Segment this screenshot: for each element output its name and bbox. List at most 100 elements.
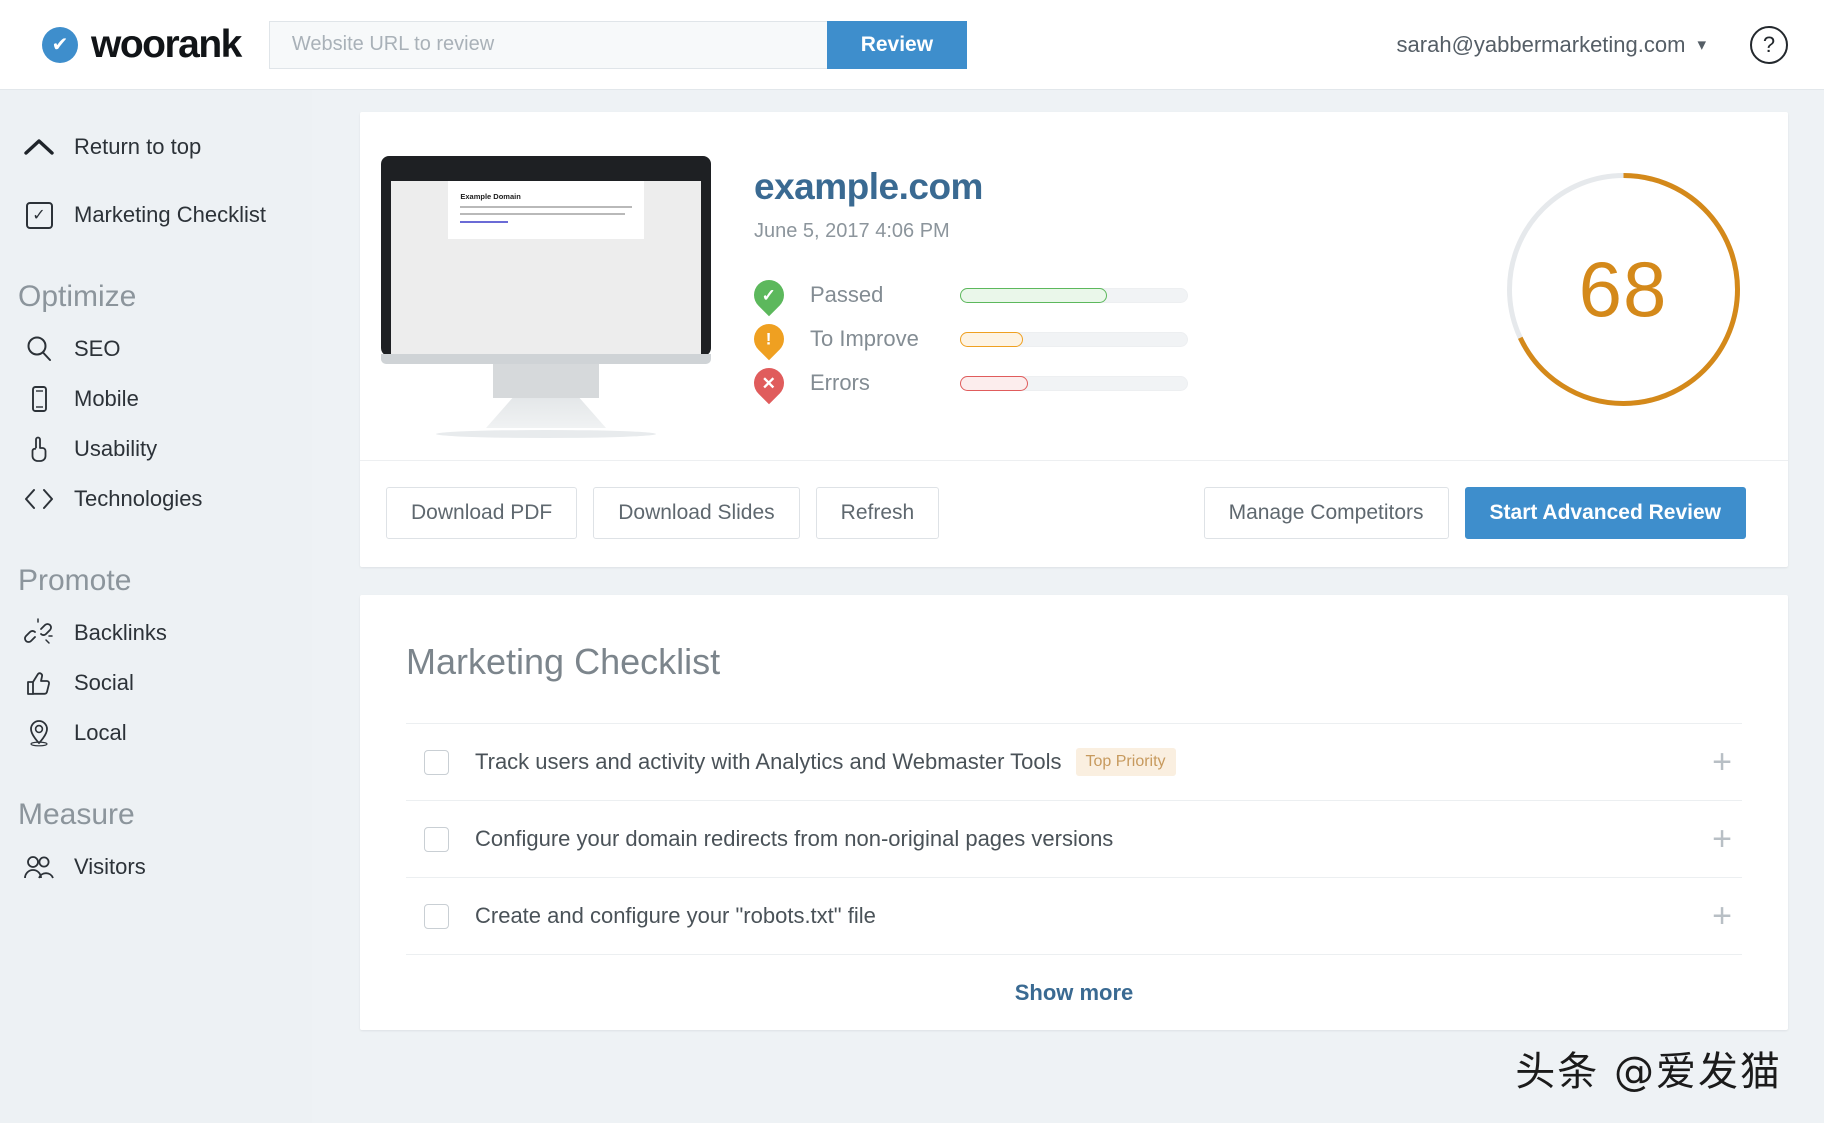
monitor-screen: Example Domain [381, 156, 711, 357]
sidebar-item-label: Technologies [74, 486, 203, 511]
stat-bar-track [960, 331, 1188, 347]
list-item[interactable]: Track users and activity with Analytics … [406, 723, 1742, 800]
account-menu[interactable]: sarah@yabbermarketing.com ▾ [1397, 32, 1706, 58]
plus-icon[interactable]: + [1712, 745, 1732, 779]
top-bar-right: sarah@yabbermarketing.com ▾ ? [1397, 25, 1788, 64]
show-more-button[interactable]: Show more [1015, 980, 1134, 1006]
refresh-button[interactable]: Refresh [815, 487, 940, 539]
brand-logo[interactable]: ✔ woorank [42, 22, 242, 67]
brand-name: woorank [91, 22, 242, 66]
monitor-viewport: Example Domain [391, 181, 701, 357]
checkbox-check-icon: ✓ [18, 201, 60, 229]
stat-row-errors: ✕ Errors [747, 361, 1458, 405]
stat-label: To Improve [810, 326, 919, 351]
sidebar-group-title-optimize: Optimize [18, 280, 137, 313]
sidebar-item-seo[interactable]: SEO [0, 324, 312, 374]
sidebar-item-label: Backlinks [74, 620, 167, 645]
list-item[interactable]: Configure your domain redirects from non… [406, 800, 1742, 877]
checklist-item-label: Configure your domain redirects from non… [475, 826, 1114, 851]
overview-actions: Download PDF Download Slides Refresh Man… [360, 460, 1788, 567]
code-brackets-icon [18, 488, 60, 510]
thumbs-up-icon [18, 668, 60, 698]
checklist-footer: Show more [406, 954, 1742, 1030]
chevron-up-icon [18, 138, 60, 156]
sidebar-item-visitors[interactable]: Visitors [0, 842, 312, 892]
check-badge-icon: ✔ [42, 26, 78, 63]
monitor-foot [486, 398, 606, 428]
sidebar: Return to top ✓ Marketing Checklist Opti… [0, 90, 312, 1123]
site-thumbnail[interactable]: Example Domain [360, 140, 732, 438]
overview-card: Example Domain example.com June 5, 2017 … [360, 112, 1788, 567]
marketing-checklist-card: Marketing Checklist Track users and acti… [360, 595, 1788, 1030]
manage-competitors-button[interactable]: Manage Competitors [1203, 487, 1449, 539]
stat-row-passed: ✓ Passed [747, 273, 1458, 317]
sidebar-item-local[interactable]: Local [0, 708, 312, 758]
sidebar-group-title-promote: Promote [18, 564, 132, 597]
stat-bar-fill [960, 375, 1028, 391]
sidebar-item-backlinks[interactable]: Backlinks [0, 608, 312, 658]
overview-card-body: Example Domain example.com June 5, 2017 … [360, 112, 1788, 460]
map-pin-icon [18, 718, 60, 748]
pointing-hand-icon [18, 434, 60, 464]
start-advanced-review-button[interactable]: Start Advanced Review [1464, 487, 1746, 539]
scan-timestamp: June 5, 2017 4:06 PM [754, 220, 950, 242]
sidebar-item-label: Usability [74, 436, 158, 461]
sidebar-item-label: Marketing Checklist [74, 202, 266, 227]
account-email: sarah@yabbermarketing.com [1396, 31, 1686, 57]
search-input[interactable] [268, 20, 827, 69]
stat-label: Passed [810, 282, 884, 307]
sidebar-item-label: Social [74, 670, 134, 695]
sidebar-item-label: Mobile [74, 386, 139, 411]
checklist-checkbox[interactable] [424, 826, 449, 852]
checklist-checkbox[interactable] [424, 903, 449, 929]
checklist-checkbox[interactable] [424, 749, 449, 775]
exclamation-circle-icon: ! [747, 317, 791, 361]
thumbnail-link [460, 221, 509, 223]
thumbnail-text-line [460, 213, 625, 215]
chevron-down-icon: ▾ [1697, 34, 1706, 54]
monitor-base [381, 354, 711, 364]
main-content: Example Domain example.com June 5, 2017 … [312, 90, 1824, 1123]
stat-bar-track [960, 287, 1188, 303]
stat-row-to-improve: ! To Improve [747, 317, 1458, 361]
list-item[interactable]: Create and configure your "robots.txt" f… [406, 877, 1742, 954]
magnifier-icon [18, 334, 60, 364]
download-slides-button[interactable]: Download Slides [593, 487, 800, 539]
check-circle-icon: ✓ [747, 273, 791, 317]
stats-list: ✓ Passed ! To Improve ✕ Errors [747, 273, 1458, 405]
plus-icon[interactable]: + [1712, 822, 1732, 856]
phone-icon [18, 384, 60, 414]
sidebar-item-mobile[interactable]: Mobile [0, 374, 312, 424]
thumbnail-text-line [460, 206, 632, 208]
stat-bar-fill [960, 287, 1107, 303]
sidebar-item-label: Visitors [74, 854, 146, 879]
checklist-rows: Track users and activity with Analytics … [406, 723, 1742, 954]
broken-link-icon [18, 618, 60, 648]
users-icon [18, 854, 60, 880]
thumbnail-page-title: Example Domain [460, 192, 521, 201]
section-title: Marketing Checklist [406, 641, 721, 682]
sidebar-item-usability[interactable]: Usability [0, 424, 312, 474]
url-review-form: Review [268, 20, 967, 69]
page-title[interactable]: example.com [754, 166, 1458, 208]
monitor-illustration: Example Domain [381, 156, 711, 438]
status-badge: Top Priority [1075, 748, 1176, 776]
sidebar-item-label: SEO [74, 336, 121, 361]
question-mark-icon[interactable]: ? [1750, 25, 1788, 64]
sidebar-item-return-to-top[interactable]: Return to top [0, 122, 312, 172]
score-gauge-wrap: 68 [1458, 140, 1788, 438]
sidebar-item-marketing-checklist[interactable]: ✓ Marketing Checklist [0, 190, 312, 240]
stat-bar-track [960, 375, 1188, 391]
site-info: example.com June 5, 2017 4:06 PM ✓ Passe… [732, 140, 1458, 438]
sidebar-item-social[interactable]: Social [0, 658, 312, 708]
thumbnail-page: Example Domain [448, 181, 644, 239]
x-circle-icon: ✕ [747, 361, 791, 405]
review-button[interactable]: Review [826, 20, 967, 69]
download-pdf-button[interactable]: Download PDF [386, 487, 578, 539]
monitor-neck [493, 364, 599, 398]
checklist-item-label: Create and configure your "robots.txt" f… [475, 903, 876, 928]
stat-label: Errors [810, 370, 870, 395]
sidebar-group-title-measure: Measure [18, 798, 135, 831]
sidebar-item-technologies[interactable]: Technologies [0, 474, 312, 524]
plus-icon[interactable]: + [1712, 899, 1732, 933]
